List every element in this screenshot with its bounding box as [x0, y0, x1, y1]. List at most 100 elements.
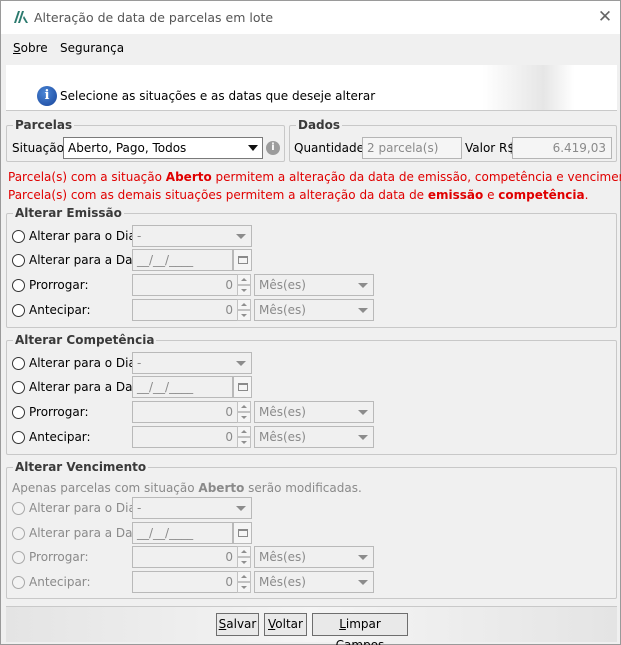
close-icon[interactable]: ✕ [595, 7, 615, 27]
emissao-label-dia: Alterar para o Dia: [29, 229, 140, 243]
emissao-calendar-button[interactable] [233, 249, 252, 271]
competencia-radio-dia[interactable] [12, 357, 25, 370]
limpar-campos-button[interactable]: Limpar Campos [312, 613, 408, 645]
emissao-radio-data[interactable] [12, 254, 25, 267]
message-line-1: Parcela(s) com a situação Aberto permite… [8, 170, 621, 184]
competencia-prorrogar-unit-select[interactable]: Mês(es) [254, 401, 374, 423]
vencimento-antecipar-unit-select[interactable]: Mês(es) [254, 571, 374, 593]
spin-down-icon[interactable] [237, 412, 251, 423]
competencia-antecipar-unit-select[interactable]: Mês(es) [254, 426, 374, 448]
calendar-icon [238, 256, 248, 264]
menu-sobre[interactable]: Sobre [13, 41, 48, 55]
info-icon: i [37, 86, 57, 106]
competencia-calendar-button[interactable] [233, 376, 252, 398]
vencimento-radio-dia[interactable] [12, 502, 25, 515]
salvar-button[interactable]: Salvar [216, 613, 259, 636]
vencimento-radio-antecipar[interactable] [12, 576, 25, 589]
emissao-legend: Alterar Emissão [13, 206, 124, 220]
emissao-antecipar-unit-select[interactable]: Mês(es) [254, 299, 374, 321]
competencia-dia-select[interactable]: - [132, 352, 252, 374]
competencia-radio-antecipar[interactable] [12, 431, 25, 444]
emissao-antecipar-spinner[interactable]: 0 [132, 299, 238, 321]
valor-label: Valor R$: [465, 141, 520, 155]
emissao-date-value: __/__/____ [137, 253, 194, 267]
vencimento-dia-value: - [137, 501, 142, 515]
spin-up-icon[interactable] [237, 299, 251, 310]
message-line-2: Parcela(s) com as demais situações permi… [8, 188, 588, 202]
vencimento-label-prorrogar: Prorrogar: [29, 550, 89, 564]
competencia-label-data: Alterar para a Data: [29, 380, 149, 394]
chevron-down-icon [236, 234, 246, 239]
competencia-date-input[interactable]: __/__/____ [132, 376, 233, 398]
emissao-dia-select[interactable]: - [132, 225, 252, 247]
emissao-radio-dia[interactable] [12, 230, 25, 243]
situacao-select[interactable]: Aberto, Pago, Todos [63, 137, 263, 159]
emissao-prorrogar-spinner[interactable]: 0 [132, 274, 238, 296]
vencimento-antecipar-spinner[interactable]: 0 [132, 571, 238, 593]
competencia-date-value: __/__/____ [137, 380, 194, 394]
emissao-radio-prorrogar[interactable] [12, 279, 25, 292]
emissao-date-input[interactable]: __/__/____ [132, 249, 233, 271]
emissao-prorrogar-stepper [237, 274, 251, 296]
voltar-button[interactable]: Voltar [264, 613, 307, 636]
vencimento-hint: Apenas parcelas com situação Aberto serã… [12, 481, 362, 495]
chevron-down-icon [358, 283, 368, 288]
menu-sobre-label: obre [20, 41, 48, 55]
vencimento-calendar-button[interactable] [233, 522, 252, 544]
dialog-window: Alteração de data de parcelas em lote ✕ … [0, 0, 621, 645]
spin-up-icon[interactable] [237, 274, 251, 285]
competencia-antecipar-value: 0 [225, 430, 233, 444]
competencia-prorrogar-spinner[interactable]: 0 [132, 401, 238, 423]
competencia-dia-value: - [137, 356, 142, 370]
spin-up-icon[interactable] [237, 426, 251, 437]
hint-part-b: Aberto [198, 481, 245, 495]
msg2-part-e: . [584, 188, 589, 202]
help-icon[interactable]: i [266, 141, 280, 155]
vencimento-radio-prorrogar[interactable] [12, 551, 25, 564]
competencia-radio-data[interactable] [12, 381, 25, 394]
menu-seguranca[interactable]: Segurança [60, 41, 124, 55]
competencia-antecipar-spinner[interactable]: 0 [132, 426, 238, 448]
msg1-part-b: Aberto [165, 170, 212, 184]
emissao-prorrogar-unit-select[interactable]: Mês(es) [254, 274, 374, 296]
valor-value: 6.419,03 [552, 141, 606, 155]
vencimento-date-input[interactable]: __/__/____ [132, 522, 233, 544]
chevron-down-icon [358, 580, 368, 585]
spin-down-icon[interactable] [237, 285, 251, 296]
spin-up-icon[interactable] [237, 401, 251, 412]
vencimento-dia-select[interactable]: - [132, 497, 252, 519]
competencia-prorrogar-stepper [237, 401, 251, 423]
spin-up-icon[interactable] [237, 546, 251, 557]
spin-down-icon[interactable] [237, 310, 251, 321]
salvar-label: alvar [226, 617, 257, 631]
info-banner: i Selecione as situações e as datas que … [6, 65, 617, 111]
competencia-antecipar-stepper [237, 426, 251, 448]
competencia-label-dia: Alterar para o Dia: [29, 356, 140, 370]
vencimento-prorrogar-spinner[interactable]: 0 [132, 546, 238, 568]
app-logo-icon [14, 11, 28, 23]
vencimento-prorrogar-unit: Mês(es) [259, 550, 306, 564]
vencimento-legend: Alterar Vencimento [13, 460, 149, 474]
dados-legend: Dados [296, 118, 343, 132]
competencia-label-antecipar: Antecipar: [29, 430, 91, 444]
spin-down-icon[interactable] [237, 437, 251, 448]
vencimento-prorrogar-unit-select[interactable]: Mês(es) [254, 546, 374, 568]
banner-text: Selecione as situações e as datas que de… [60, 89, 376, 103]
spin-down-icon[interactable] [237, 557, 251, 568]
msg2-part-a: Parcela(s) com as demais situações permi… [8, 188, 428, 202]
title-bar: Alteração de data de parcelas em lote ✕ [1, 1, 620, 34]
vencimento-label-data: Alterar para a Data: [29, 526, 149, 540]
emissao-radio-antecipar[interactable] [12, 304, 25, 317]
chevron-down-icon [358, 555, 368, 560]
chevron-down-icon [236, 361, 246, 366]
competencia-radio-prorrogar[interactable] [12, 406, 25, 419]
vencimento-antecipar-stepper [237, 571, 251, 593]
vencimento-radio-data[interactable] [12, 527, 25, 540]
spin-up-icon[interactable] [237, 571, 251, 582]
chevron-down-icon [236, 506, 246, 511]
quantidade-label: Quantidade: [294, 141, 369, 155]
emissao-label-prorrogar: Prorrogar: [29, 278, 89, 292]
competencia-prorrogar-value: 0 [225, 405, 233, 419]
msg1-part-c: permitem a alteração da data de emissão,… [211, 170, 621, 184]
spin-down-icon[interactable] [237, 582, 251, 593]
